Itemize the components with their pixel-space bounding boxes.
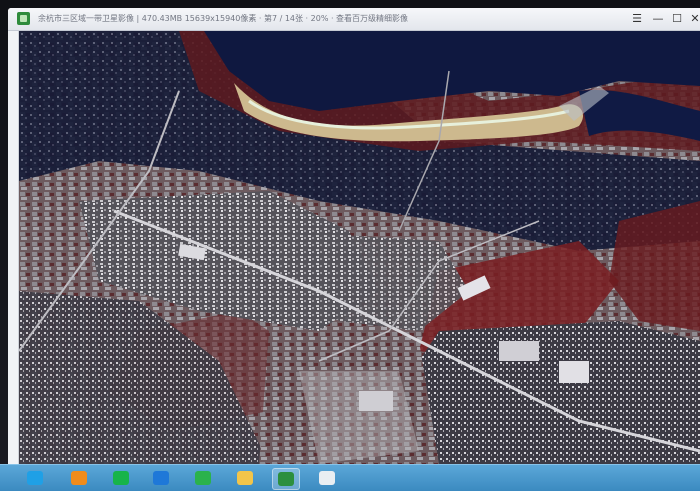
taskbar [0,464,700,491]
folder-icon [237,471,253,485]
menu-button[interactable]: ☰ [628,10,646,28]
ie-browser-taskbar-button[interactable] [148,468,174,488]
qq-taskbar-button[interactable] [22,468,48,488]
left-panel-edge [8,31,19,464]
minimize-button[interactable]: — [649,10,667,28]
close-button[interactable]: ✕ [686,10,700,28]
qq-icon [27,471,43,485]
wechat-icon [195,471,211,485]
title-bar[interactable]: 余杭市三区域一带卫星影像 | 470.43MB 15639x15940像素 · … [8,8,700,31]
iqiyi-icon [113,471,129,485]
app-logo-icon [17,12,30,25]
ie-browser-icon [153,471,169,485]
satellite-image [19,31,700,464]
wechat-taskbar-button[interactable] [190,468,216,488]
window-title: 余杭市三区域一带卫星影像 | 470.43MB 15639x15940像素 · … [38,14,409,23]
app-icon-orange [71,471,87,485]
satellite-image-viewport[interactable] [19,31,700,464]
iqiyi-taskbar-button[interactable] [108,468,134,488]
browser-icon [319,471,335,485]
folder-taskbar-button[interactable] [232,468,258,488]
browser-taskbar-button[interactable] [314,468,340,488]
image-viewer-icon [278,472,294,486]
image-viewer-taskbar-button[interactable] [272,468,300,490]
maximize-button[interactable]: ☐ [668,10,686,28]
image-viewer-window: 余杭市三区域一带卫星影像 | 470.43MB 15639x15940像素 · … [8,8,700,464]
app-orange-taskbar-button[interactable] [66,468,92,488]
